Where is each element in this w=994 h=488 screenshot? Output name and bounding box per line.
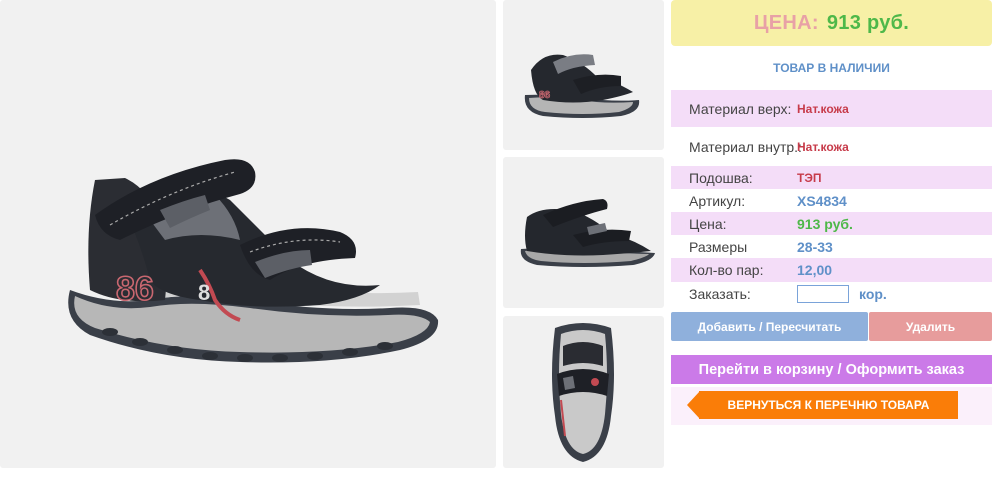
svg-text:8: 8 (198, 280, 210, 305)
spec-label: Материал верх: (689, 100, 792, 117)
order-label: Заказать: (689, 286, 751, 302)
back-area: ВЕРНУТЬСЯ К ПЕРЕЧНЮ ТОВАРА (671, 387, 992, 425)
product-info-panel: ЦЕНА: 913 руб. ТОВАР В НАЛИЧИИ Материал … (671, 0, 992, 425)
spec-value: Нат.кожа (797, 101, 849, 116)
order-unit: кор. (859, 286, 887, 302)
cart-actions: Добавить / Пересчитать Удалить (671, 312, 992, 341)
spec-row-sole: Подошва: ТЭП (671, 166, 992, 189)
thumbnail-side[interactable] (503, 157, 664, 308)
price-banner-label: ЦЕНА: (753, 11, 819, 34)
spec-label: Материал внутр.: (689, 138, 802, 155)
sandal-thumb-angle-illustration: 86 (524, 54, 640, 118)
go-to-cart-button[interactable]: Перейти в корзину / Оформить заказ (671, 355, 992, 384)
spec-label: Артикул: (689, 192, 746, 209)
spec-value: 913 руб. (797, 215, 853, 232)
spec-row-material-inner: Материал внутр.: Нат.кожа (671, 127, 992, 166)
main-product-image[interactable]: 86 8 (0, 0, 496, 468)
sandal-main-illustration: 86 8 (68, 159, 439, 363)
spec-value: ТЭП (797, 170, 822, 185)
svg-text:86: 86 (116, 270, 154, 308)
thumbnail-angle[interactable]: 86 (503, 0, 664, 150)
back-to-list-button[interactable]: ВЕРНУТЬСЯ К ПЕРЕЧНЮ ТОВАРА (699, 391, 958, 419)
order-quantity-input[interactable] (797, 285, 849, 303)
spec-row-pairs: Кол-во пар: 12,00 (671, 258, 992, 282)
price-banner-value: 913 руб. (826, 11, 910, 34)
order-row: Заказать: кор. (671, 282, 992, 306)
product-page: 86 8 86 ЦЕНА: 913 руб. ТОВАР В НАЛИЧИИ М… (0, 0, 994, 488)
spec-label: Кол-во пар: (689, 262, 764, 278)
spec-label: Цена: (689, 215, 727, 232)
spec-value: XS4834 (797, 192, 847, 209)
sandal-thumb-top-illustration (552, 323, 614, 462)
spec-row-sizes: Размеры 28-33 (671, 235, 992, 258)
price-banner: ЦЕНА: 913 руб. (671, 0, 992, 46)
spec-label: Подошва: (689, 169, 753, 186)
thumbnail-top[interactable] (503, 316, 664, 468)
spec-value: 28-33 (797, 238, 833, 255)
spec-value: Нат.кожа (797, 139, 849, 154)
add-recalculate-button[interactable]: Добавить / Пересчитать (671, 312, 868, 341)
spec-row-material-top: Материал верх: Нат.кожа (671, 90, 992, 127)
delete-button[interactable]: Удалить (869, 312, 992, 341)
spec-row-article: Артикул: XS4834 (671, 189, 992, 212)
stock-status: ТОВАР В НАЛИЧИИ (773, 61, 890, 75)
spec-label: Размеры (689, 238, 748, 255)
svg-text:86: 86 (539, 90, 551, 101)
sandal-thumb-side-illustration (520, 199, 655, 267)
spec-value: 12,00 (797, 262, 833, 278)
spec-row-price: Цена: 913 руб. (671, 212, 992, 235)
